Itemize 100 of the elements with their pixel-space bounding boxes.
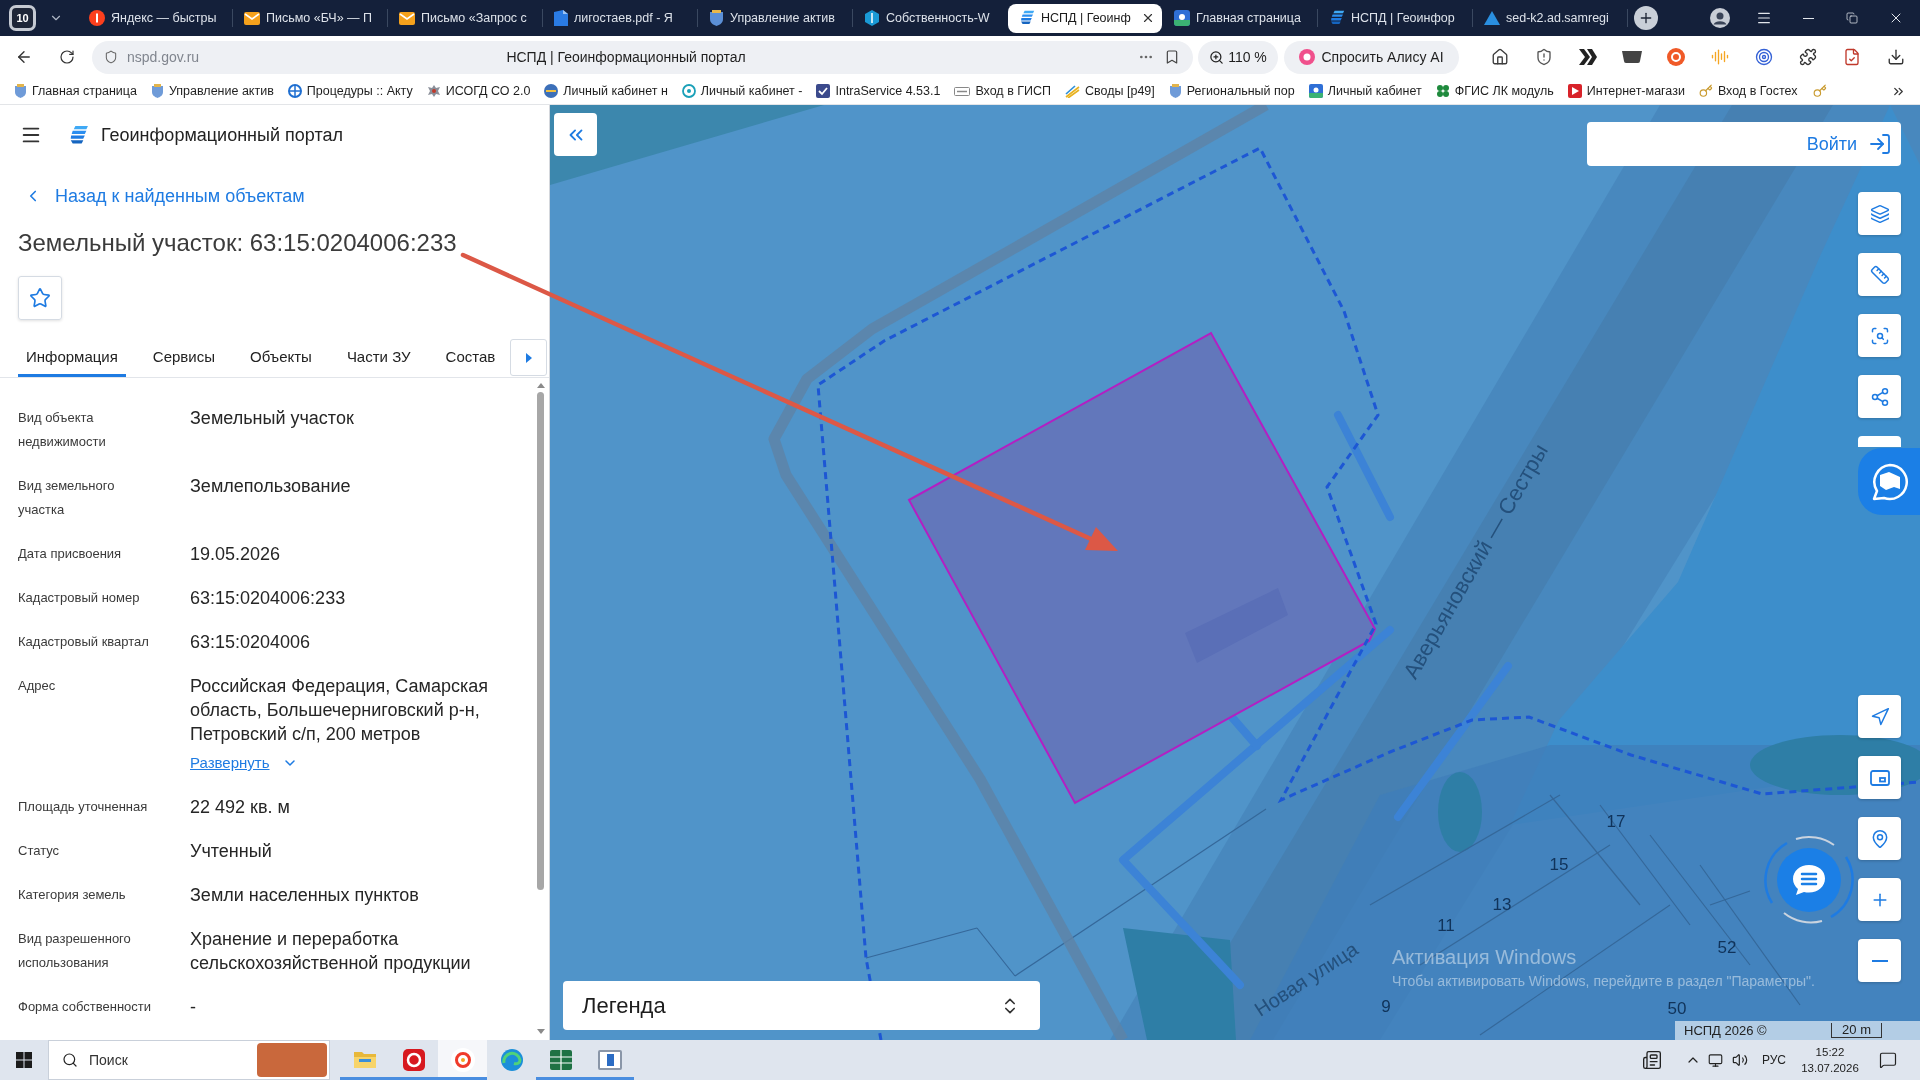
browser-tab[interactable]: НСПД | Геоинфор	[1318, 3, 1472, 33]
cube-logo-icon	[864, 10, 880, 26]
caret-up-icon	[536, 383, 545, 388]
property-value: Хранение и переработка сельскохозяйственной продукции	[190, 928, 472, 975]
bookmark-link[interactable]: Своды [р49]	[1065, 81, 1155, 101]
check-square-icon	[816, 84, 831, 98]
minimap-button[interactable]	[1858, 756, 1901, 799]
reload-icon	[59, 49, 75, 65]
crest-icon	[1168, 84, 1182, 98]
bookmark-link[interactable]: Вход в Гостех	[1698, 81, 1798, 101]
bookmark-link[interactable]: ФГИС ЛК модуль	[1435, 81, 1554, 101]
layers-icon	[1869, 203, 1890, 224]
zoom-out-button[interactable]	[1858, 939, 1901, 982]
property-value: 22 492 кв. м	[190, 796, 290, 819]
bookmark-icon	[1164, 49, 1180, 65]
triangle-logo-icon	[1484, 11, 1500, 25]
browser-tab[interactable]: лигостаев.pdf - Я	[543, 3, 697, 33]
section-tab[interactable]: Объекты	[242, 338, 320, 377]
locate-button[interactable]	[1858, 695, 1901, 738]
collapse-panel-button[interactable]	[554, 113, 597, 156]
portal-logo-icon	[1019, 10, 1035, 26]
login-button[interactable]: Войти	[1587, 122, 1901, 166]
bookmark-link[interactable]: Главная страница	[14, 81, 137, 101]
map-scale: 20 m	[1831, 1023, 1882, 1038]
expand-link[interactable]: Развернуть	[190, 751, 298, 775]
layers-button[interactable]	[1858, 192, 1901, 235]
object-title: Земельный участок: 63:15:0204006:233	[18, 228, 457, 258]
house-number-label: 11	[1437, 916, 1455, 935]
new-tab-button[interactable]	[1634, 6, 1658, 30]
monitor-icon	[1708, 1052, 1724, 1068]
tab-counter-button[interactable]: 10	[9, 5, 36, 31]
bookmark-link[interactable]: Личный кабинет	[1308, 81, 1422, 101]
assistant-tab-button[interactable]	[1858, 448, 1920, 515]
clock-date: 13.07.2026	[1801, 1061, 1859, 1076]
house-number-label: 9	[1381, 997, 1391, 1016]
browser-tab[interactable]: Письмо «Запрос с	[388, 3, 542, 33]
property-label: Площадь уточненная	[18, 798, 149, 816]
bookmark-link[interactable]: IntraService 4.53.1	[816, 81, 941, 101]
bookmark-link[interactable]: Управление актив	[150, 81, 274, 101]
bookmark-link[interactable]: Региональный пор	[1168, 81, 1295, 101]
place-search-button[interactable]	[1858, 817, 1901, 860]
share-button[interactable]	[1858, 375, 1901, 418]
minimize-icon	[1802, 17, 1814, 19]
browser-tab[interactable]: Собственность-W	[853, 3, 1007, 33]
section-tab[interactable]: Состав	[437, 338, 504, 377]
stripes-icon	[1065, 84, 1081, 98]
legend-dropdown[interactable]: Легенда	[563, 981, 1040, 1030]
section-tab[interactable]: Части ЗУ	[338, 338, 419, 377]
key-icon	[1698, 84, 1713, 98]
browser-tab[interactable]: Письмо «БЧ» — П	[233, 3, 387, 33]
envelope-icon	[244, 11, 260, 25]
shield-icon	[1535, 48, 1553, 66]
bookmark-link[interactable]: Процедуры :: Акту	[287, 81, 413, 101]
address-field[interactable]: nspd.gov.ru НСПД | Геоинформационный портал	[92, 40, 1193, 74]
bookmark-link[interactable]: Интернет-магази	[1567, 81, 1685, 101]
browser-tab[interactable]: Главная страница	[1163, 3, 1317, 33]
scroll-tabs-button[interactable]	[510, 339, 547, 376]
photo-placeholder	[257, 1043, 327, 1077]
browser-tab[interactable]: Яндекс — быстры	[78, 3, 232, 33]
bookmark-link[interactable]: ИСОГД СО 2.0	[426, 81, 531, 101]
zoom-level-button[interactable]: 110 %	[1198, 40, 1278, 74]
taskbar-app-button[interactable]	[438, 1040, 487, 1080]
browser-tab[interactable]: Управление актив	[698, 3, 852, 33]
area-search-button[interactable]	[1858, 314, 1901, 357]
shield-icon	[104, 50, 118, 64]
browser-tab[interactable]: sed-k2.ad.samregi	[1473, 3, 1627, 33]
avatar-icon	[1710, 8, 1730, 28]
browser-tab[interactable]: НСПД | Геоинф	[1008, 3, 1162, 33]
clock-button[interactable]: 15:22 13.07.2026	[1798, 1040, 1862, 1080]
property-label: Кадастровый номер	[18, 589, 141, 607]
house-icon	[1491, 48, 1509, 66]
tray-icon	[1622, 51, 1642, 63]
house-number-label: 50	[1667, 999, 1687, 1018]
minus-icon	[1871, 959, 1888, 962]
ask-assistant-button[interactable]: Спросить Алису AI	[1284, 40, 1459, 74]
section-tab[interactable]: Сервисы	[144, 338, 223, 377]
key-icon	[1813, 84, 1828, 98]
restore-icon	[1846, 12, 1858, 24]
clover-icon	[1435, 84, 1450, 98]
zoom-in-button[interactable]	[1858, 878, 1901, 921]
notification-icon	[1879, 1051, 1897, 1069]
portal-logo-icon	[68, 124, 89, 146]
ruler-button[interactable]	[1858, 253, 1901, 296]
page-title: НСПД | Геоинформационный портал	[506, 47, 746, 67]
bookmark-link[interactable]: Личный кабинет н	[544, 81, 668, 101]
property-value: Российская Федерация, Самарская область, Большечерниговский р-н, Петровский с/п, 200 метров	[190, 675, 489, 746]
bookmark-link[interactable]: Личный кабинет -	[681, 81, 803, 101]
activation-text: Чтобы активировать Windows, перейдите в раздел "Параметры".	[1392, 972, 1815, 990]
window-icon	[597, 1050, 622, 1070]
bookmark-link[interactable]: Вход в ГИСП	[954, 81, 1052, 101]
property-value: Земли населенных пунктов	[190, 884, 419, 907]
ruler-icon	[1869, 264, 1890, 285]
property-value: 63:15:0204006	[190, 631, 311, 654]
section-tab[interactable]: Информация	[18, 338, 126, 377]
crest-icon	[709, 10, 724, 26]
favorite-button[interactable]	[18, 276, 62, 320]
puzzle-icon	[1799, 48, 1817, 66]
language-button[interactable]: РУС	[1757, 1040, 1790, 1080]
property-label: Кадастровый квартал	[18, 633, 150, 651]
back-link[interactable]: Назад к найденным объектам	[24, 184, 305, 208]
